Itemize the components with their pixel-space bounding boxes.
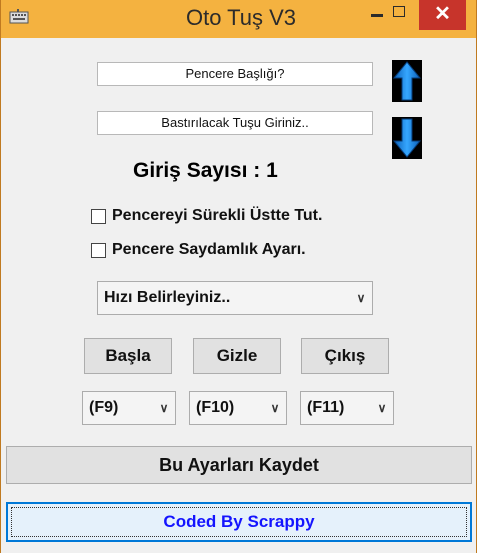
always-on-top-label: Pencereyi Sürekli Üstte Tut. — [112, 207, 323, 224]
always-on-top-checkbox[interactable] — [91, 208, 106, 224]
chevron-down-icon: ∨ — [356, 291, 366, 305]
entry-count-label: Giriş Sayısı : 1 — [133, 159, 278, 182]
hide-button[interactable]: Gizle — [193, 338, 281, 374]
maximize-button[interactable] — [385, 0, 413, 30]
transparency-label: Pencere Saydamlık Ayarı. — [112, 241, 306, 258]
move-down-button[interactable] — [392, 117, 422, 159]
hide-hotkey-select[interactable]: (F10) ∨ — [189, 391, 287, 425]
arrow-down-icon — [392, 118, 422, 158]
exit-button[interactable]: Çıkış — [301, 338, 389, 374]
exit-hotkey-select[interactable]: (F11) ∨ — [300, 391, 394, 425]
start-hotkey-value: (F9) — [89, 399, 119, 416]
transparency-option[interactable]: Pencere Saydamlık Ayarı. — [91, 240, 306, 260]
start-button[interactable]: Başla — [84, 338, 172, 374]
always-on-top-option[interactable]: Pencereyi Sürekli Üstte Tut. — [91, 206, 322, 226]
arrow-up-icon — [392, 61, 422, 101]
speed-select-value: Hızı Belirleyiniz.. — [104, 289, 231, 306]
speed-select[interactable]: Hızı Belirleyiniz.. ∨ — [97, 281, 373, 315]
save-settings-button[interactable]: Bu Ayarları Kaydet — [6, 446, 472, 484]
hide-hotkey-value: (F10) — [196, 399, 235, 416]
transparency-checkbox[interactable] — [91, 242, 106, 258]
window-title: Oto Tuş V3 — [185, 5, 297, 30]
close-icon: ✕ — [434, 3, 451, 25]
start-hotkey-select[interactable]: (F9) ∨ — [82, 391, 176, 425]
close-button[interactable]: ✕ — [419, 0, 466, 30]
exit-hotkey-value: (F11) — [307, 399, 345, 416]
chevron-down-icon: ∨ — [377, 401, 387, 415]
app-window: Oto Tuş V3 ✕ Pencere Başlığı? Bastırılac… — [0, 0, 477, 553]
title-bar[interactable]: Oto Tuş V3 ✕ — [1, 0, 476, 38]
window-title-input[interactable]: Pencere Başlığı? — [97, 62, 373, 86]
key-input[interactable]: Bastırılacak Tuşu Giriniz.. — [97, 111, 373, 135]
credit-button[interactable]: Coded By Scrappy — [6, 502, 472, 542]
chevron-down-icon: ∨ — [159, 401, 169, 415]
move-up-button[interactable] — [392, 60, 422, 102]
chevron-down-icon: ∨ — [270, 401, 280, 415]
keyboard-icon — [9, 9, 29, 24]
